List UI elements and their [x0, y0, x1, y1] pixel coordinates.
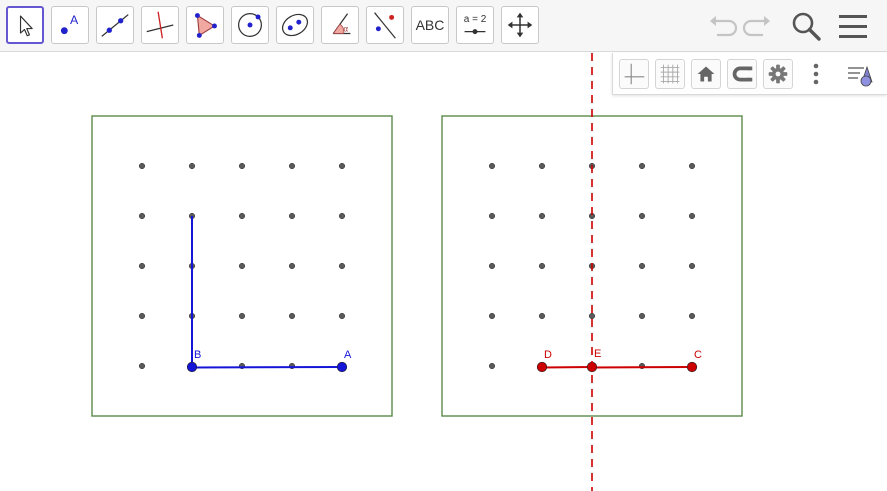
grid-point[interactable]	[488, 162, 496, 170]
grid-point[interactable]	[688, 162, 696, 170]
grid-point[interactable]	[288, 312, 296, 320]
more-options-button[interactable]	[801, 59, 831, 89]
toggle-axes-button[interactable]	[619, 59, 649, 89]
style-bar-toggle-icon	[848, 65, 873, 87]
vertical-dots-icon	[813, 63, 819, 85]
grid-point[interactable]	[538, 312, 546, 320]
grid-point[interactable]	[238, 262, 246, 270]
grid-point[interactable]	[338, 262, 346, 270]
point-label-c: C	[694, 349, 702, 361]
grid-point[interactable]	[538, 212, 546, 220]
segment-ec[interactable]	[591, 366, 693, 369]
grid-point[interactable]	[138, 162, 146, 170]
grid-point[interactable]	[538, 262, 546, 270]
gear-icon	[768, 64, 788, 84]
grid-point[interactable]	[488, 212, 496, 220]
point-label-e: E	[594, 348, 601, 360]
home-icon	[697, 66, 715, 82]
grid-point[interactable]	[138, 362, 146, 370]
grid-point[interactable]	[488, 312, 496, 320]
grid-point[interactable]	[288, 212, 296, 220]
grid-icon	[660, 64, 680, 84]
point-b[interactable]	[186, 361, 198, 373]
grid-point[interactable]	[138, 312, 146, 320]
segment-de[interactable]	[541, 366, 593, 369]
grid-point[interactable]	[688, 212, 696, 220]
point-a[interactable]	[336, 361, 348, 373]
grid-point[interactable]	[588, 312, 596, 320]
grid-point[interactable]	[488, 262, 496, 270]
grid-point[interactable]	[138, 212, 146, 220]
grid-point[interactable]	[338, 212, 346, 220]
grid-point[interactable]	[638, 262, 646, 270]
magnet-icon	[732, 66, 753, 82]
standard-view-button[interactable]	[691, 59, 721, 89]
point-label-a: A	[344, 349, 352, 361]
point-capturing-button[interactable]	[727, 59, 757, 89]
grid-point[interactable]	[238, 312, 246, 320]
grid-point[interactable]	[638, 162, 646, 170]
toggle-style-bar-button[interactable]	[845, 59, 875, 89]
grid-point[interactable]	[338, 162, 346, 170]
point-d[interactable]	[536, 361, 548, 373]
grid-point[interactable]	[688, 312, 696, 320]
point-label-d: D	[544, 349, 552, 361]
grid-point[interactable]	[488, 362, 496, 370]
toggle-grid-button[interactable]	[655, 59, 685, 89]
grid-point[interactable]	[638, 212, 646, 220]
grid-point[interactable]	[188, 162, 196, 170]
grid-point[interactable]	[238, 212, 246, 220]
grid-point[interactable]	[138, 262, 146, 270]
grid-point[interactable]	[288, 162, 296, 170]
graphics-settings-button[interactable]	[763, 59, 793, 89]
grid-point[interactable]	[538, 162, 546, 170]
grid-point[interactable]	[238, 162, 246, 170]
left-geoboard: BA	[91, 115, 393, 417]
grid-point[interactable]	[338, 312, 346, 320]
segment-ab[interactable]	[191, 366, 343, 369]
grid-point[interactable]	[288, 262, 296, 270]
grid-point[interactable]	[638, 312, 646, 320]
grid-point[interactable]	[688, 262, 696, 270]
axes-icon	[624, 63, 645, 85]
point-label-b: B	[194, 349, 201, 361]
style-bar	[612, 53, 887, 95]
point-c[interactable]	[686, 361, 698, 373]
